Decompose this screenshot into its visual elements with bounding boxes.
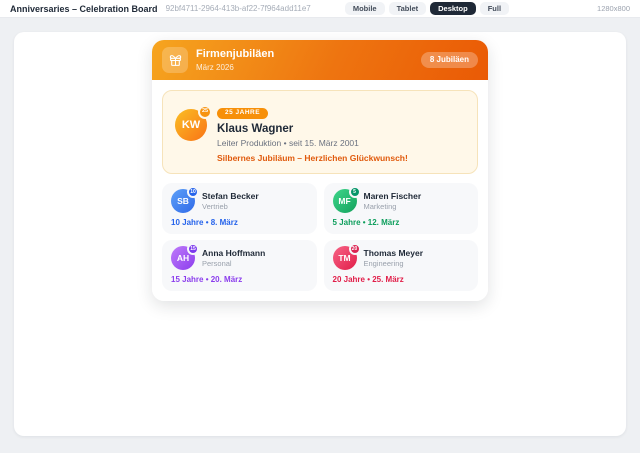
page: Anniversaries – Celebration Board 92bf47… xyxy=(0,0,640,436)
years-mini-badge: 5 xyxy=(349,186,361,198)
person-role: Marketing xyxy=(364,202,422,211)
celebration-board: Firmenjubiläen März 2026 8 Jubiläen KW 2… xyxy=(152,40,488,301)
years-mini-badge: 25 xyxy=(198,105,212,119)
gift-icon xyxy=(162,47,188,73)
board-header: Firmenjubiläen März 2026 8 Jubiläen xyxy=(152,40,488,80)
anniversary-date: 15 Jahre • 20. März xyxy=(171,275,308,284)
years-mini-badge: 10 xyxy=(187,186,199,198)
topbar: Anniversaries – Celebration Board 92bf47… xyxy=(0,0,640,18)
board-title: Firmenjubiläen xyxy=(196,48,274,60)
person-role: Personal xyxy=(202,259,265,268)
avatar-wrap: KW 25 xyxy=(175,109,207,141)
person-name: Maren Fischer xyxy=(364,191,422,201)
person-name: Klaus Wagner xyxy=(217,123,408,135)
viewport-tablet-button[interactable]: Tablet xyxy=(389,2,427,16)
person-meta: Leiter Produktion • seit 15. März 2001 xyxy=(217,138,408,148)
anniversary-grid: SB 10 Stefan Becker Vertrieb 10 Jahre • … xyxy=(162,183,478,291)
board-body: KW 25 25 JAHRE Klaus Wagner Leiter Produ… xyxy=(152,80,488,301)
card-top: MF 5 Maren Fischer Marketing xyxy=(333,189,470,213)
person-info: Maren Fischer Marketing xyxy=(364,191,422,211)
page-title: Anniversaries – Celebration Board xyxy=(10,4,158,14)
anniversary-card-stefan-becker: SB 10 Stefan Becker Vertrieb 10 Jahre • … xyxy=(162,183,317,234)
years-mini-badge: 20 xyxy=(349,243,361,255)
featured-anniversary-card: KW 25 25 JAHRE Klaus Wagner Leiter Produ… xyxy=(162,90,478,174)
viewport-mobile-button[interactable]: Mobile xyxy=(345,2,385,16)
avatar-wrap: SB 10 xyxy=(171,189,195,213)
viewport-switcher: Mobile Tablet Desktop Full xyxy=(345,2,509,16)
board-titles: Firmenjubiläen März 2026 xyxy=(196,48,274,71)
person-name: Stefan Becker xyxy=(202,191,259,201)
session-id: 92bf4711-2964-413b-af22-7f964add11e7 xyxy=(166,4,311,13)
anniversary-card-anna-hoffmann: AH 15 Anna Hoffmann Personal 15 Jahre • … xyxy=(162,240,317,291)
person-name: Anna Hoffmann xyxy=(202,248,265,258)
anniversary-card-thomas-meyer: TM 20 Thomas Meyer Engineering 20 Jahre … xyxy=(324,240,479,291)
resolution-label: 1280x800 xyxy=(597,4,630,13)
featured-content: 25 JAHRE Klaus Wagner Leiter Produktion … xyxy=(217,101,408,163)
jubilee-count-badge: 8 Jubiläen xyxy=(421,52,478,68)
person-role: Engineering xyxy=(364,259,424,268)
avatar-wrap: AH 15 xyxy=(171,246,195,270)
person-name: Thomas Meyer xyxy=(364,248,424,258)
card-top: TM 20 Thomas Meyer Engineering xyxy=(333,246,470,270)
anniversary-date: 20 Jahre • 25. März xyxy=(333,275,470,284)
years-mini-badge: 15 xyxy=(187,243,199,255)
person-info: Anna Hoffmann Personal xyxy=(202,248,265,268)
person-info: Thomas Meyer Engineering xyxy=(364,248,424,268)
viewport-desktop-button[interactable]: Desktop xyxy=(430,2,476,16)
person-role: Vertrieb xyxy=(202,202,259,211)
person-info: Stefan Becker Vertrieb xyxy=(202,191,259,211)
viewport-full-button[interactable]: Full xyxy=(480,2,509,16)
preview-workspace: Firmenjubiläen März 2026 8 Jubiläen KW 2… xyxy=(14,32,626,436)
board-subtitle: März 2026 xyxy=(196,63,274,72)
avatar-wrap: MF 5 xyxy=(333,189,357,213)
card-top: SB 10 Stefan Becker Vertrieb xyxy=(171,189,308,213)
anniversary-card-maren-fischer: MF 5 Maren Fischer Marketing 5 Jahre • 1… xyxy=(324,183,479,234)
jubilee-highlight: Silbernes Jubiläum – Herzlichen Glückwun… xyxy=(217,153,408,163)
anniversary-date: 5 Jahre • 12. März xyxy=(333,218,470,227)
card-top: AH 15 Anna Hoffmann Personal xyxy=(171,246,308,270)
years-pill: 25 JAHRE xyxy=(217,108,268,120)
anniversary-date: 10 Jahre • 8. März xyxy=(171,218,308,227)
avatar-wrap: TM 20 xyxy=(333,246,357,270)
